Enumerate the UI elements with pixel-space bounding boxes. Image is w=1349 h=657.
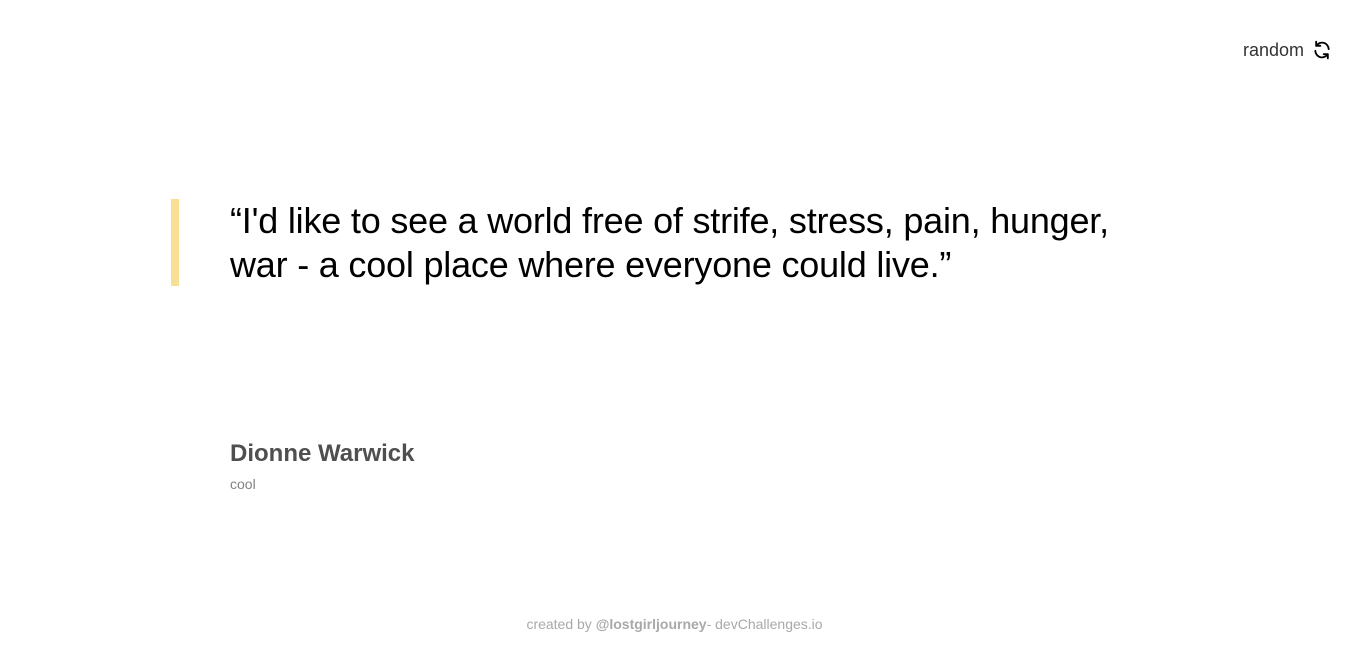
quote-text: “I'd like to see a world free of strife,… bbox=[230, 200, 1109, 285]
quote-accent-bar bbox=[171, 199, 179, 286]
random-button[interactable]: random bbox=[1243, 38, 1334, 62]
author-name: Dionne Warwick bbox=[230, 440, 415, 467]
footer-site: - devChallenges.io bbox=[706, 616, 823, 632]
author-block[interactable]: Dionne Warwick cool bbox=[230, 438, 414, 494]
footer-created-by: created by bbox=[526, 616, 592, 632]
quote-genre: cool bbox=[230, 476, 256, 492]
quote-block: “I'd like to see a world free of strife,… bbox=[171, 199, 1171, 287]
random-label: random bbox=[1242, 40, 1304, 60]
footer-handle-link[interactable]: @lostgirljourney bbox=[596, 616, 707, 632]
footer: created by @lostgirljourney- devChalleng… bbox=[0, 615, 1349, 633]
refresh-icon bbox=[1310, 38, 1334, 62]
